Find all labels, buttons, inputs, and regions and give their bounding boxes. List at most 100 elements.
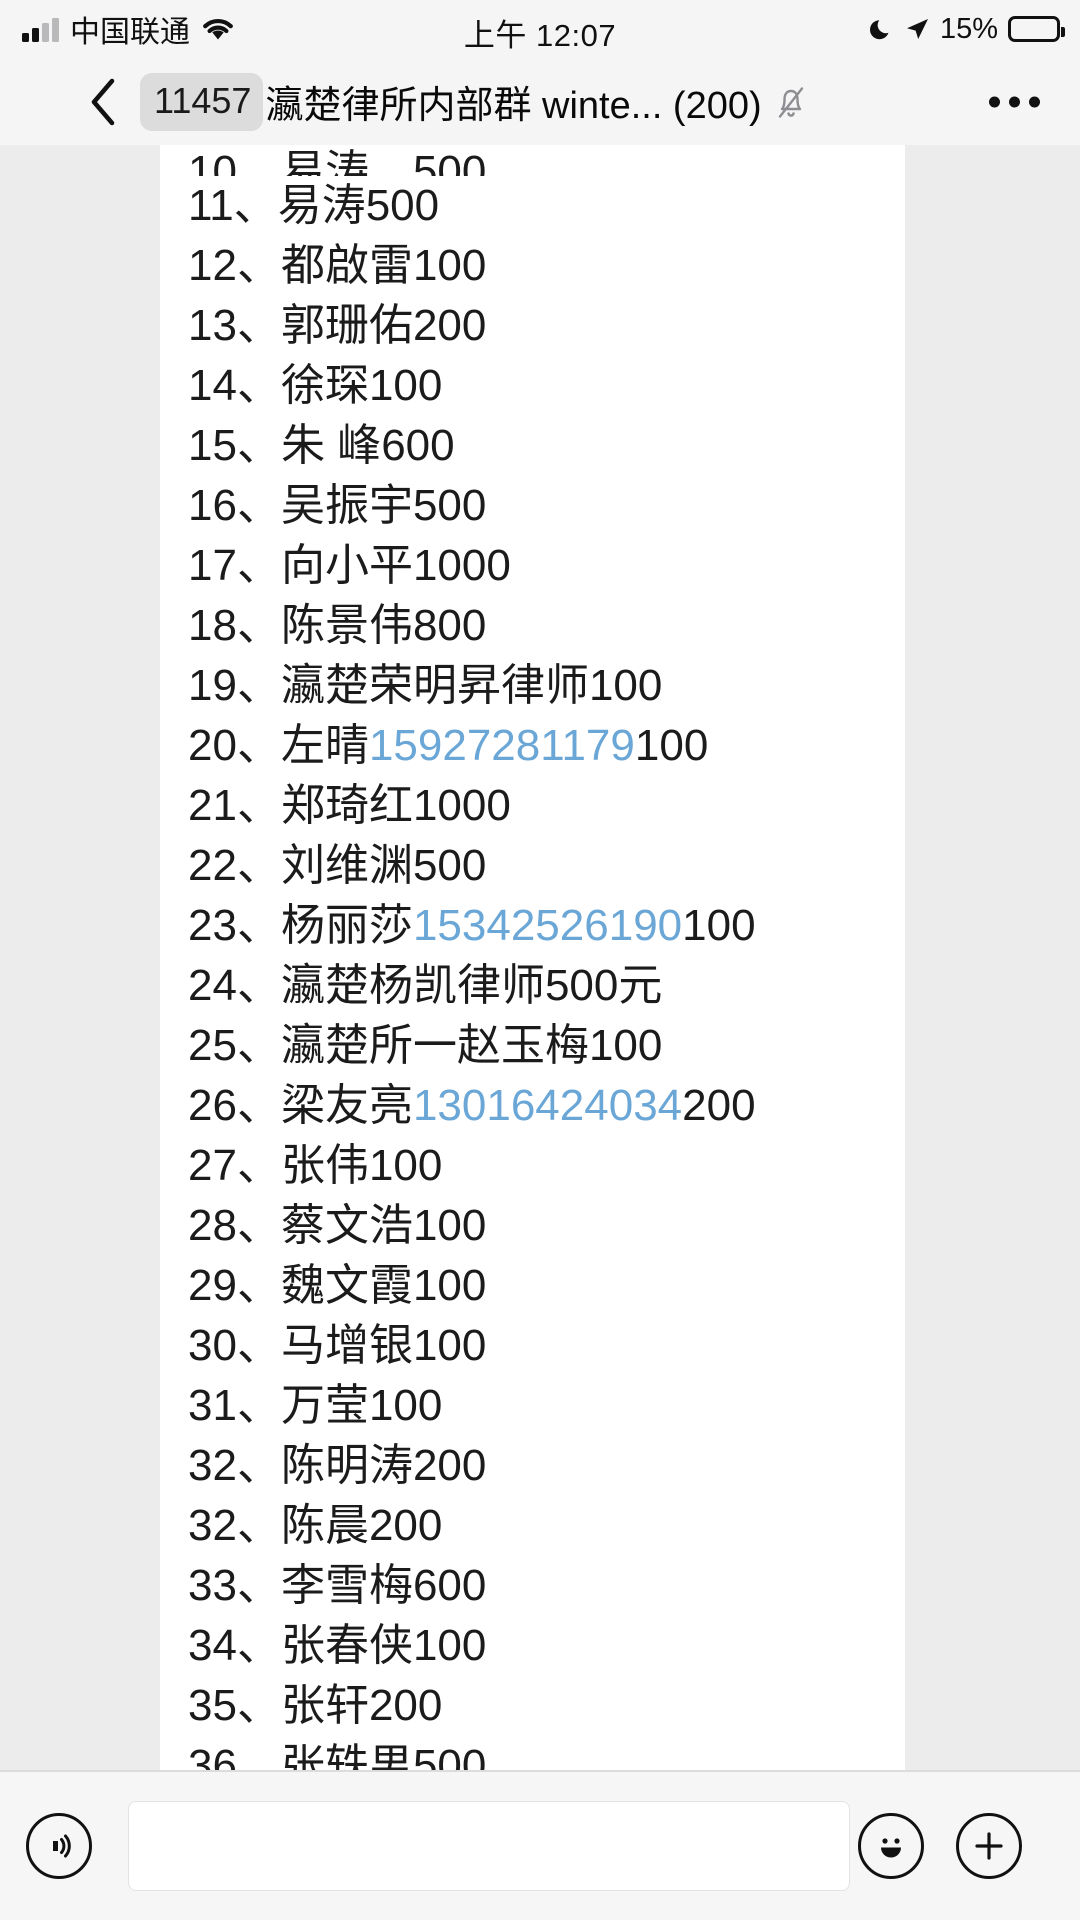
more-dot-icon — [1009, 96, 1020, 107]
donation-amount: 100 — [634, 721, 709, 770]
donation-amount: 500 — [412, 147, 487, 176]
donor-name: 蔡文浩 — [280, 1201, 413, 1250]
donation-index: 25、 — [188, 1021, 281, 1070]
donation-index: 13、 — [188, 301, 281, 350]
donor-name: 张春侠 — [280, 1621, 413, 1670]
chat-screen: 中国联通 上午 12:07 15% 11457 瀛楚律所内部群 winte...… — [0, 0, 1080, 1920]
donation-index: 10、 — [188, 147, 281, 176]
donor-name: 左晴 — [280, 721, 369, 770]
donation-row: 34、 张春侠 100 — [188, 1616, 885, 1676]
donation-row: 25、 瀛楚所一赵玉梅 100 — [188, 1016, 885, 1076]
donation-amount: 1000 — [412, 541, 511, 590]
donor-name: 陈晨 — [280, 1501, 369, 1550]
message-bubble[interactable]: 10、 易涛， 500 11、 易涛 500 12、 都啟雷 100 13、 郭珊佑 … — [160, 145, 905, 1770]
voice-wave-icon[interactable] — [26, 1813, 92, 1879]
donation-amount: 100 — [682, 901, 756, 950]
donor-name: 张伟 — [280, 1141, 369, 1190]
donor-name: 刘维渊 — [280, 841, 413, 890]
plus-circle-icon[interactable] — [956, 1813, 1022, 1879]
chat-message-list[interactable]: 10、 易涛， 500 11、 易涛 500 12、 都啟雷 100 13、 郭珊佑 … — [0, 145, 1080, 1770]
donor-name: 杨丽莎 — [280, 901, 413, 950]
page-title: 瀛楚律所内部群 winte... (200) — [265, 85, 762, 127]
donation-amount: 200 — [412, 1441, 487, 1490]
donation-row: 29、 魏文霞 100 — [188, 1256, 885, 1316]
phone-number-link[interactable]: 15342526190 — [413, 896, 682, 956]
donation-row: 27、 张伟 100 — [188, 1136, 885, 1196]
more-dot-icon — [1029, 96, 1040, 107]
donation-amount: 100 — [412, 1621, 487, 1670]
donation-index: 22、 — [188, 841, 281, 890]
donation-index: 14、 — [188, 361, 281, 410]
donation-list: 10、 易涛， 500 11、 易涛 500 12、 都啟雷 100 13、 郭珊佑 … — [160, 145, 905, 1770]
donation-row: 32、 陈明涛 200 — [188, 1436, 885, 1496]
donation-row: 17、 向小平 1000 — [188, 536, 885, 596]
donor-name: 李雪梅 — [280, 1561, 413, 1610]
donation-amount: 100 — [588, 661, 663, 710]
donation-index: 15、 — [188, 421, 281, 470]
donor-name: 瀛楚所一赵玉梅 — [280, 1021, 589, 1070]
donation-amount: 100 — [412, 1321, 487, 1370]
donation-row: 31、 万莹 100 — [188, 1376, 885, 1436]
donor-name: 徐琛 — [280, 361, 369, 410]
donation-index: 34、 — [188, 1621, 281, 1670]
donation-index: 12、 — [188, 241, 281, 290]
donation-index: 16、 — [188, 481, 281, 530]
donation-amount: 800 — [412, 601, 487, 650]
donation-amount: 200 — [368, 1681, 443, 1730]
donation-row: 26、 梁友亮 13016424034 200 — [188, 1076, 885, 1136]
smiley-face-icon[interactable] — [858, 1813, 924, 1879]
status-bar-right: 15% — [868, 0, 1065, 58]
location-arrow-icon — [904, 16, 930, 42]
donation-amount: 200 — [682, 1081, 756, 1130]
back-button[interactable] — [88, 77, 118, 127]
donation-index: 32、 — [188, 1501, 281, 1550]
input-toolbar — [0, 1770, 1080, 1920]
donor-name: 陈景伟 — [280, 601, 413, 650]
donation-row: 10、 易涛， 500 — [188, 145, 885, 176]
phone-number-link[interactable]: 13016424034 — [413, 1076, 682, 1136]
donation-index: 35、 — [188, 1681, 281, 1730]
donation-index: 24、 — [188, 961, 281, 1010]
message-input[interactable] — [128, 1801, 850, 1891]
battery-percent-label: 15% — [939, 12, 998, 45]
donation-amount: 100 — [412, 1201, 487, 1250]
more-options-button[interactable] — [989, 96, 1040, 107]
donor-name: 陈明涛 — [280, 1441, 413, 1490]
donation-index: 31、 — [188, 1381, 281, 1430]
donation-row: 23、 杨丽莎 15342526190 100 — [188, 896, 885, 956]
donation-index: 20、 — [188, 721, 281, 770]
donor-name: 都啟雷 — [280, 241, 413, 290]
unread-count-badge: 11457 — [140, 72, 264, 131]
donation-row: 20、 左晴 15927281179 100 — [188, 716, 885, 776]
donation-index: 17、 — [188, 541, 281, 590]
nav-bar: 11457 瀛楚律所内部群 winte... (200) — [0, 58, 1080, 145]
nav-title-group[interactable]: 11457 瀛楚律所内部群 winte... (200) — [140, 72, 808, 131]
donor-name: 吴振宇 — [280, 481, 413, 530]
donation-index: 28、 — [188, 1201, 281, 1250]
donation-row: 35、 张轩 200 — [188, 1676, 885, 1736]
donation-row: 13、 郭珊佑 200 — [188, 296, 885, 356]
donation-row: 15、 朱 峰 600 — [188, 416, 885, 476]
donation-row: 14、 徐琛 100 — [188, 356, 885, 416]
donation-index: 33、 — [188, 1561, 281, 1610]
donation-row: 16、 吴振宇 500 — [188, 476, 885, 536]
donation-row: 18、 陈景伟 800 — [188, 596, 885, 656]
moon-icon — [868, 16, 894, 42]
donation-amount: 500元 — [544, 961, 663, 1010]
donor-name: 郭珊佑 — [280, 301, 413, 350]
donation-amount: 500 — [412, 1741, 487, 1770]
donation-index: 30、 — [188, 1321, 281, 1370]
donor-name: 万莹 — [280, 1381, 369, 1430]
donation-row: 32、 陈晨 200 — [188, 1496, 885, 1556]
donor-name: 易涛 — [277, 181, 366, 230]
donation-index: 19、 — [188, 661, 281, 710]
donation-row: 11、 易涛 500 — [188, 176, 885, 236]
donor-name: 易涛， — [280, 147, 413, 176]
donation-index: 21、 — [188, 781, 281, 830]
donor-name: 张轩 — [280, 1681, 369, 1730]
phone-number-link[interactable]: 15927281179 — [369, 716, 635, 776]
donation-row: 21、 郑琦红 1000 — [188, 776, 885, 836]
donation-index: 26、 — [188, 1081, 281, 1130]
more-dot-icon — [989, 96, 1000, 107]
donation-amount: 100 — [588, 1021, 663, 1070]
